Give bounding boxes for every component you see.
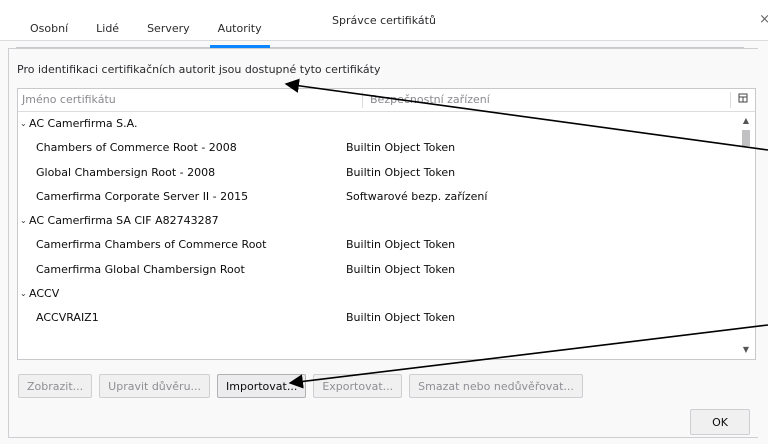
close-icon[interactable]: × bbox=[759, 12, 768, 27]
security-device: Softwarové bezp. zařízení bbox=[346, 189, 488, 203]
certificate-name-text: ACCVRAIZ1 bbox=[36, 311, 99, 325]
table-header: Jméno certifikátu Bezpečnostní zařízení bbox=[18, 89, 755, 112]
column-picker-icon[interactable] bbox=[738, 93, 748, 103]
security-device: Builtin Object Token bbox=[346, 262, 456, 276]
table-row[interactable]: Camerfirma Global Chambersign Root Builti… bbox=[18, 258, 740, 282]
certificate-name-text: Chambers of Commerce Root - 2008 bbox=[36, 141, 237, 155]
certificate-name-text: AC Camerfirma S.A. bbox=[29, 117, 138, 130]
column-divider[interactable] bbox=[730, 92, 731, 108]
tree-group-row[interactable]: ⌄ AC Camerfirma SA CIF A82743287 bbox=[18, 209, 740, 233]
certificate-name: ⌄ AC Camerfirma S.A. bbox=[20, 112, 137, 136]
certificate-table: Jméno certifikátu Bezpečnostní zařízení … bbox=[17, 88, 756, 360]
tab-bar: Osobní Lidé Servery Autority bbox=[16, 12, 744, 48]
certificate-name: ACCVRAIZ1 bbox=[36, 306, 99, 330]
table-row[interactable]: Chambers of Commerce Root - 2008 Builtin … bbox=[18, 136, 740, 160]
certificate-name-text: Camerfirma Corporate Server II - 2015 bbox=[36, 189, 249, 203]
certificate-name-text: Global Chambersign Root - 2008 bbox=[36, 165, 216, 179]
certificate-name-text: ACCV bbox=[29, 287, 60, 301]
certificate-name: Camerfirma Global Chambersign Root bbox=[36, 258, 245, 282]
scroll-up-icon[interactable]: ▲ bbox=[741, 116, 751, 126]
certificate-name: ⌄ ACCV bbox=[20, 282, 59, 306]
security-device: Builtin Object Token bbox=[346, 238, 456, 252]
security-device: Builtin Object Token bbox=[346, 311, 456, 325]
tree-group-row[interactable]: ⌄ ACCV bbox=[18, 282, 740, 306]
scroll-down-icon[interactable]: ▼ bbox=[741, 345, 751, 355]
chevron-down-icon[interactable]: ⌄ bbox=[20, 209, 29, 233]
column-divider[interactable] bbox=[362, 92, 363, 108]
tab-personal[interactable]: Osobní bbox=[16, 12, 82, 47]
view-button[interactable]: Zobrazit... bbox=[18, 374, 93, 398]
edit-trust-button[interactable]: Upravit důvěru... bbox=[99, 374, 211, 398]
chevron-down-icon[interactable]: ⌄ bbox=[20, 112, 29, 136]
action-buttons: Zobrazit... Upravit důvěru... Importovat… bbox=[18, 374, 583, 398]
certificate-name: Camerfirma Chambers of Commerce Root bbox=[36, 233, 266, 257]
certificate-name-text: Camerfirma Global Chambersign Root bbox=[36, 262, 245, 276]
certificate-name: Global Chambersign Root - 2008 bbox=[36, 161, 215, 185]
vertical-scrollbar[interactable]: ▲ ▼ bbox=[738, 112, 754, 359]
import-button[interactable]: Importovat... bbox=[217, 374, 307, 398]
certificate-name: ⌄ AC Camerfirma SA CIF A82743287 bbox=[20, 209, 219, 233]
column-header-device[interactable]: Bezpečnostní zařízení bbox=[370, 89, 490, 111]
description-text: Pro identifikaci certifikačních autorit … bbox=[17, 63, 381, 76]
delete-or-distrust-button[interactable]: Smazat nebo nedůvěřovat... bbox=[409, 374, 583, 398]
table-row[interactable]: Camerfirma Corporate Server II - 2015 Sof… bbox=[18, 185, 740, 209]
tree-group-row[interactable]: ⌄ AC Camerfirma S.A. bbox=[18, 112, 740, 136]
export-button[interactable]: Exportovat... bbox=[313, 374, 403, 398]
table-row[interactable]: ACCVRAIZ1 Builtin Object Token bbox=[18, 306, 740, 330]
security-device: Builtin Object Token bbox=[346, 165, 456, 179]
certificate-name: Chambers of Commerce Root - 2008 bbox=[36, 136, 237, 160]
certificate-name-text: AC Camerfirma SA CIF A82743287 bbox=[29, 214, 219, 228]
chevron-down-icon[interactable]: ⌄ bbox=[20, 282, 29, 306]
column-header-name[interactable]: Jméno certifikátu bbox=[22, 89, 116, 111]
security-device: Builtin Object Token bbox=[346, 141, 456, 155]
scroll-thumb[interactable] bbox=[742, 130, 750, 146]
certificate-name-text: Camerfirma Chambers of Commerce Root bbox=[36, 238, 267, 252]
tab-servers[interactable]: Servery bbox=[133, 12, 204, 47]
tab-authorities[interactable]: Autority bbox=[204, 12, 276, 48]
ok-button[interactable]: OK bbox=[690, 409, 750, 435]
tab-people[interactable]: Lidé bbox=[82, 12, 133, 47]
table-row[interactable]: Camerfirma Chambers of Commerce Root Buil… bbox=[18, 233, 740, 257]
certificate-name: Camerfirma Corporate Server II - 2015 bbox=[36, 185, 248, 209]
table-rows: ⌄ AC Camerfirma S.A. Chambers of Commerce … bbox=[18, 112, 740, 331]
table-row[interactable]: Global Chambersign Root - 2008 Builtin Ob… bbox=[18, 161, 740, 185]
